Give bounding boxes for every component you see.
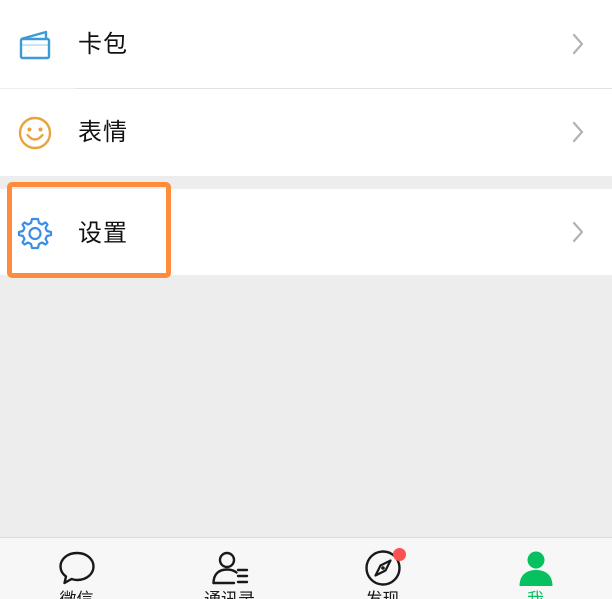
smiley-icon [16,114,54,152]
contacts-icon [210,548,250,588]
tab-label: 我 [459,590,612,599]
gear-icon [16,214,54,252]
notification-badge [393,548,406,561]
menu-item-label: 卡包 [78,30,128,58]
tab-label: 微信 [0,590,153,599]
menu-item-stickers[interactable]: 表情 [0,89,612,176]
chat-bubble-icon [57,548,97,588]
tab-chats[interactable]: 微信 [0,538,153,599]
tab-discover[interactable]: 发现 [306,538,459,599]
tab-label: 发现 [306,590,459,599]
tab-contacts[interactable]: 通讯录 [153,538,306,599]
chevron-right-icon [570,220,586,244]
menu-item-label: 表情 [78,118,128,146]
chevron-right-icon [570,120,586,144]
card-wallet-icon [16,27,54,65]
bottom-tab-bar: 微信 通讯录 发现 [0,537,612,599]
tab-me[interactable]: 我 [459,538,612,599]
menu-item-card-wallet[interactable]: 卡包 [0,0,612,88]
menu-item-settings[interactable]: 设置 [0,189,612,275]
chevron-right-icon [570,32,586,56]
person-icon [516,548,556,588]
menu-item-label: 设置 [78,219,128,247]
tab-label: 通讯录 [153,590,306,599]
